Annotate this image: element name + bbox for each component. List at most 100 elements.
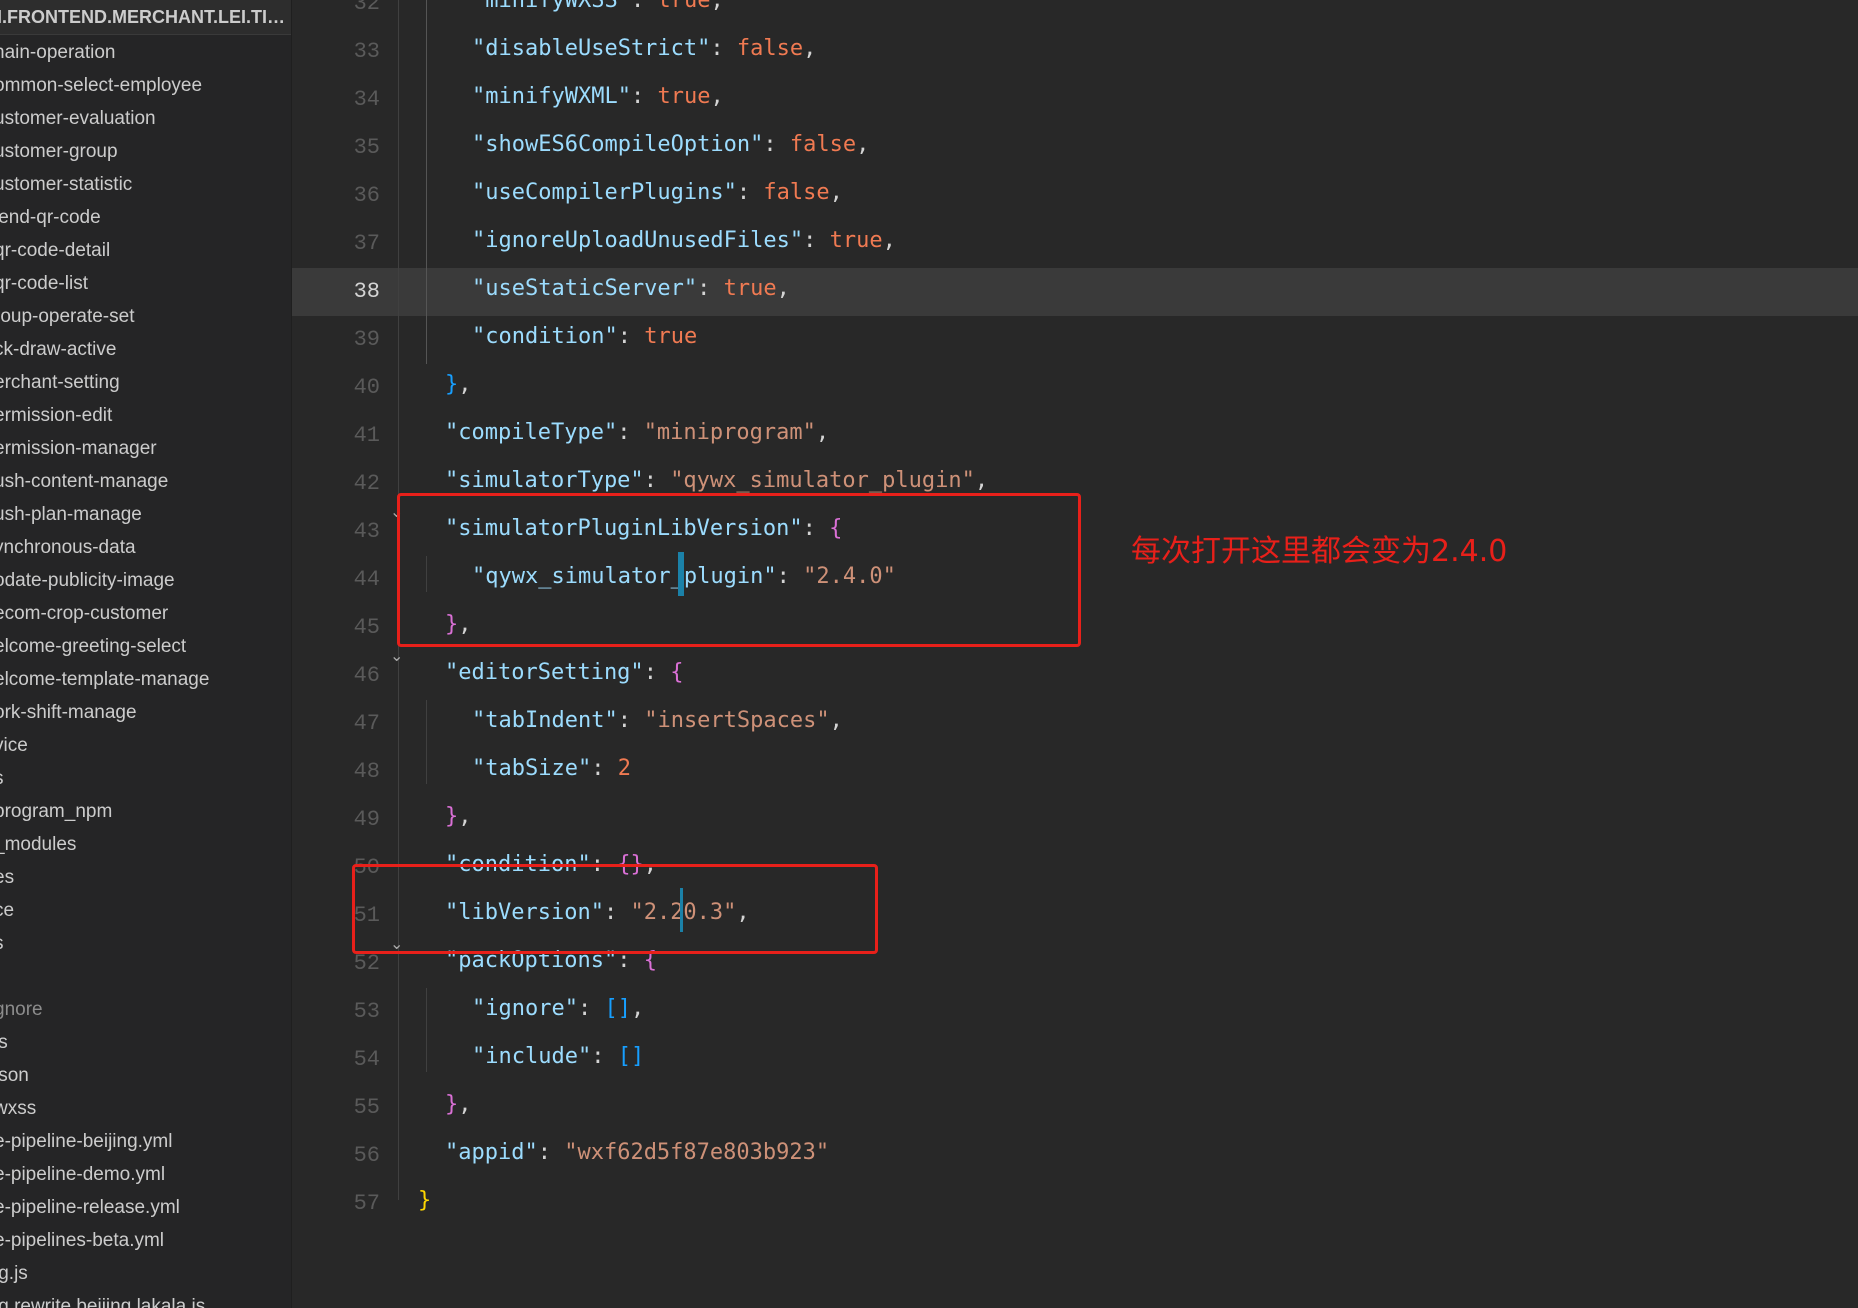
tree-file-item[interactable]: e-pipeline-demo.yml — [0, 1160, 165, 1190]
tree-folder-item[interactable]: iend-qr-code — [0, 203, 101, 233]
tree-folder-item[interactable]: ustomer-evaluation — [0, 104, 156, 134]
tree-folder-item[interactable]: nain-operation — [0, 38, 115, 68]
tree-file-item[interactable]: gnore — [0, 995, 43, 1025]
code-line[interactable]: 38 "useStaticServer": true, — [292, 268, 1858, 316]
code-line[interactable]: 53 "ignore": [], — [292, 988, 1858, 1036]
code-text: "tabIndent": "insertSpaces", — [472, 708, 843, 733]
tree-file-item[interactable]: ig.js — [0, 1259, 28, 1289]
tree-folder-item[interactable]: qr-code-list — [0, 269, 88, 299]
code-line[interactable]: 33 "disableUseStrict": false, — [292, 28, 1858, 76]
line-number: 52 — [353, 951, 380, 976]
tree-folder-item[interactable]: ush-plan-manage — [0, 500, 142, 530]
code-line[interactable]: 54 "include": [] — [292, 1036, 1858, 1084]
tree-file-item[interactable]: js — [0, 1028, 8, 1058]
code-token: : — [643, 660, 671, 685]
tree-file-item[interactable]: e-pipelines-beta.yml — [0, 1226, 164, 1256]
tree-folder-item[interactable]: ck-draw-active — [0, 335, 116, 365]
code-token: false — [789, 132, 857, 157]
code-line[interactable]: 37 "ignoreUploadUnusedFiles": true, — [292, 220, 1858, 268]
code-line[interactable]: 36 "useCompilerPlugins": false, — [292, 172, 1858, 220]
code-token: [] — [604, 996, 631, 1021]
tree-folder-item[interactable]: program_npm — [0, 797, 112, 827]
code-token: "ignoreUploadUnusedFiles" — [472, 228, 804, 253]
code-token: true — [644, 324, 698, 349]
code-line[interactable]: 47 "tabIndent": "insertSpaces", — [292, 700, 1858, 748]
code-token: "qywx_simulator_plugin" — [670, 468, 975, 493]
code-token: "compileType" — [445, 420, 618, 445]
tree-folder-item[interactable]: vice — [0, 731, 28, 761]
line-number: 37 — [353, 231, 380, 256]
code-token: , — [856, 132, 870, 157]
code-token: : — [643, 468, 671, 493]
code-token: , — [882, 228, 896, 253]
code-text: "simulatorType": "qywx_simulator_plugin"… — [445, 468, 988, 493]
code-token: } — [445, 372, 459, 397]
code-line[interactable]: 39 "condition": true — [292, 316, 1858, 364]
tree-folder-item[interactable]: ush-content-manage — [0, 467, 168, 497]
code-line[interactable]: 56 "appid": "wxf62d5f87e803b923" — [292, 1132, 1858, 1180]
code-line[interactable]: 49}, — [292, 796, 1858, 844]
code-token: : — [763, 132, 790, 157]
code-token: 2 — [617, 756, 631, 781]
code-token: , — [803, 36, 817, 61]
explorer-header[interactable]: I.FRONTEND.MERCHANT.LEI.TIANTI... — [0, 0, 291, 35]
code-token: , — [630, 996, 645, 1021]
line-number: 41 — [353, 423, 380, 448]
tree-folder-item[interactable]: qr-code-detail — [0, 236, 110, 266]
line-number: 42 — [353, 471, 380, 496]
tree-file-item[interactable]: json — [0, 1061, 29, 1091]
tree-folder-item[interactable]: odate-publicity-image — [0, 566, 175, 596]
tree-folder-item[interactable]: ommon-select-employee — [0, 71, 202, 101]
tree-folder-item[interactable]: roup-operate-set — [0, 302, 134, 332]
code-line[interactable]: 41 "compileType": "miniprogram", — [292, 412, 1858, 460]
code-token: } — [418, 1188, 432, 1213]
code-line[interactable]: 46 "editorSetting": { — [292, 652, 1858, 700]
tree-folder-item[interactable]: ecom-crop-customer — [0, 599, 168, 629]
tree-folder-item[interactable]: elcome-template-manage — [0, 665, 209, 695]
tree-file-item[interactable]: ig.rewrite.beijing.lakala.js — [0, 1292, 205, 1308]
code-text: "editorSetting": { — [445, 660, 683, 685]
code-token: : — [617, 324, 645, 349]
line-number: 43 — [353, 519, 380, 544]
code-line[interactable]: 40}, — [292, 364, 1858, 412]
tree-folder-item[interactable]: ustomer-group — [0, 137, 118, 167]
code-text: "minifyWXSS": true, — [472, 0, 724, 13]
code-line[interactable]: 34 "minifyWXML": true, — [292, 76, 1858, 124]
project-title: I.FRONTEND.MERCHANT.LEI.TIANTI... — [0, 7, 291, 27]
fold-chevron-icon[interactable]: ⌄ — [390, 648, 406, 664]
tree-folder-item[interactable]: ce — [0, 896, 14, 926]
tree-folder-item[interactable]: es — [0, 863, 14, 893]
tree-file-item[interactable]: e-pipeline-beijing.yml — [0, 1127, 172, 1157]
code-token: "useStaticServer" — [472, 276, 698, 301]
tree-folder-item[interactable]: _modules — [0, 830, 76, 860]
code-text: "ignore": [], — [472, 996, 644, 1021]
tree-folder-item[interactable]: ynchronous-data — [0, 533, 136, 563]
tree-folder-item[interactable]: elcome-greeting-select — [0, 632, 186, 662]
code-token: true — [657, 0, 711, 13]
tree-folder-item[interactable]: ermission-edit — [0, 401, 112, 431]
code-text: "showES6CompileOption": false, — [472, 132, 869, 157]
tree-folder-item[interactable]: erchant-setting — [0, 368, 120, 398]
tree-folder-item[interactable]: ustomer-statistic — [0, 170, 132, 200]
line-number: 56 — [353, 1143, 380, 1168]
tree-folder-item[interactable]: ermission-manager — [0, 434, 157, 464]
code-token: [] — [617, 1044, 645, 1069]
code-line[interactable]: 48 "tabSize": 2 — [292, 748, 1858, 796]
code-text: "useCompilerPlugins": false, — [472, 180, 843, 205]
tree-file-item[interactable]: wxss — [0, 1094, 36, 1124]
tree-folder-item[interactable]: s — [0, 764, 4, 794]
code-token: , — [710, 0, 724, 13]
annotation-box-simulator-version — [397, 493, 1081, 647]
code-text: } — [418, 1188, 431, 1213]
code-editor[interactable]: 38 "useStaticServer": true, 32 "minifyWXSS"… — [292, 0, 1858, 1308]
code-line[interactable]: 35 "showES6CompileOption": false, — [292, 124, 1858, 172]
tree-folder-item[interactable]: ork-shift-manage — [0, 698, 137, 728]
code-line[interactable]: 57} — [292, 1180, 1858, 1228]
code-line[interactable]: 55}, — [292, 1084, 1858, 1132]
tree-folder-item[interactable]: s — [0, 929, 4, 959]
tree-file-item[interactable]: e-pipeline-release.yml — [0, 1193, 180, 1223]
annotation-note: 每次打开这里都会变为2.4.0 — [1131, 534, 1508, 569]
code-line[interactable]: 32 "minifyWXSS": true, — [292, 0, 1858, 28]
code-token: : — [577, 996, 605, 1021]
line-number: 57 — [353, 1191, 380, 1216]
